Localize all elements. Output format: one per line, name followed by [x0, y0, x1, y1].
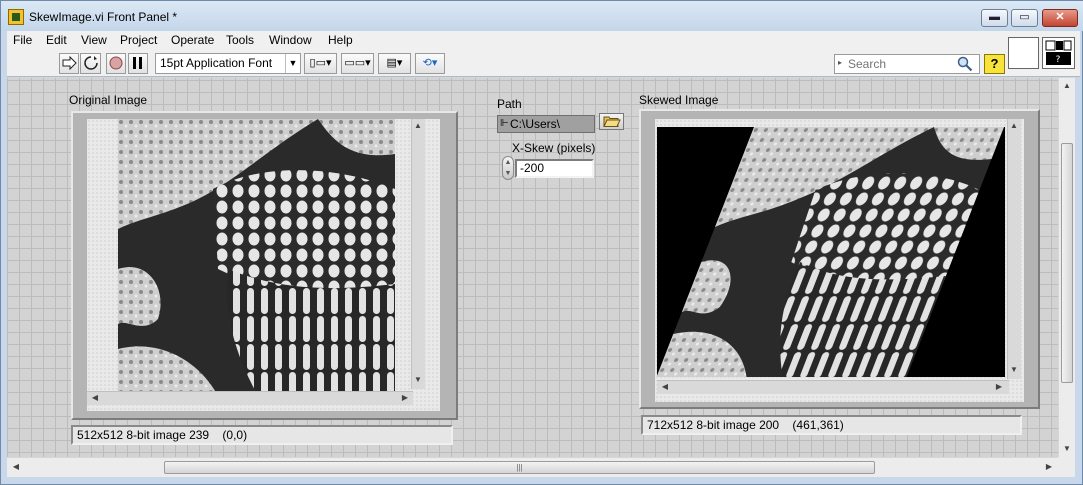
labview-window: SkewImage.vi Front Panel * ▬ ▭ ✕ File Ed…	[0, 0, 1083, 485]
maximize-button[interactable]: ▭	[1011, 9, 1038, 27]
labview-app-icon	[8, 9, 24, 25]
scroll-left-icon[interactable]: ◀	[10, 462, 22, 471]
abort-button[interactable]	[106, 53, 126, 74]
title-bar: SkewImage.vi Front Panel * ▬ ▭ ✕	[1, 1, 1083, 31]
run-arrow-icon	[62, 55, 77, 71]
original-image-label: Original Image	[69, 93, 148, 107]
close-button[interactable]: ✕	[1042, 9, 1078, 27]
reorder-icon: ⟲▾	[422, 57, 438, 69]
window-horizontal-scrollbar[interactable]: ◀ ||| ▶	[7, 457, 1058, 477]
window-vertical-scrollbar[interactable]: ▲ ▼	[1058, 78, 1075, 457]
align-objects-button[interactable]: ▯▭▾	[304, 53, 337, 74]
font-selector[interactable]: 15pt Application Font ▼	[155, 53, 301, 74]
search-icon[interactable]	[956, 56, 974, 72]
pause-button[interactable]	[128, 53, 148, 74]
scroll-right-icon[interactable]: ▶	[993, 382, 1005, 391]
path-icon: ⊩	[500, 118, 509, 129]
scroll-right-icon[interactable]: ▶	[1043, 462, 1055, 471]
abort-icon	[109, 56, 123, 70]
scroll-down-icon[interactable]: ▼	[1008, 365, 1020, 374]
menu-operate[interactable]: Operate	[171, 33, 214, 47]
menu-project[interactable]: Project	[120, 33, 157, 47]
skewed-image-info: 712x512 8-bit image 200 (461,361)	[641, 415, 1022, 435]
path-input[interactable]: ⊩ C:\Users\	[497, 115, 595, 133]
horizontal-scroll-thumb[interactable]: |||	[164, 461, 875, 474]
x-skew-label: X-Skew (pixels)	[512, 141, 596, 155]
menu-edit[interactable]: Edit	[46, 33, 67, 47]
minimize-button[interactable]: ▬	[981, 9, 1008, 27]
original-image-hscroll[interactable]: ◀ ▶	[87, 391, 413, 405]
search-input[interactable]	[848, 57, 953, 71]
original-image-vscroll[interactable]: ▲ ▼	[411, 119, 425, 389]
x-skew-increment-decrement[interactable]: ▲ ▼	[502, 156, 514, 180]
scroll-right-icon[interactable]: ▶	[399, 393, 411, 402]
skewed-image-display[interactable]: ▲ ▼ ◀ ▶	[639, 109, 1040, 409]
distribute-objects-icon: ▭▭▾	[344, 57, 371, 69]
window-title: SkewImage.vi Front Panel *	[29, 10, 178, 24]
path-label: Path	[497, 97, 522, 111]
path-value: C:\Users\	[510, 117, 561, 131]
menu-file[interactable]: File	[13, 33, 32, 47]
resize-objects-button[interactable]: ▤▾	[378, 53, 411, 74]
front-panel: Original Image ▲ ▼ ◀ ▶ 512x512 8-bit ima…	[7, 78, 1058, 457]
connector-pane-icon[interactable]: ?	[1042, 37, 1075, 69]
skewed-image-vscroll[interactable]: ▲ ▼	[1007, 119, 1021, 379]
vi-icon[interactable]	[1008, 37, 1039, 69]
menu-bar: File Edit View Project Operate Tools Win…	[7, 31, 1080, 51]
menu-window[interactable]: Window	[269, 33, 312, 47]
browse-button[interactable]	[599, 113, 624, 130]
pause-icon	[133, 57, 142, 69]
align-objects-icon: ▯▭▾	[309, 57, 332, 69]
chevron-down-icon: ▼	[285, 54, 300, 73]
folder-open-icon	[603, 116, 621, 127]
scroll-down-icon[interactable]: ▼	[1061, 444, 1073, 453]
skewed-image-label: Skewed Image	[639, 93, 719, 107]
menu-help[interactable]: Help	[328, 33, 353, 47]
scroll-up-icon[interactable]: ▲	[412, 121, 424, 130]
search-field[interactable]: ▸	[834, 54, 980, 74]
scroll-up-icon[interactable]: ▲	[1008, 121, 1020, 130]
context-help-button[interactable]: ?	[984, 54, 1005, 74]
scroll-up-icon[interactable]: ▲	[1061, 81, 1073, 90]
original-image-info: 512x512 8-bit image 239 (0,0)	[71, 425, 453, 445]
distribute-objects-button[interactable]: ▭▭▾	[341, 53, 374, 74]
font-selector-value: 15pt Application Font	[160, 56, 273, 70]
run-continuously-icon	[83, 56, 98, 70]
scroll-down-icon[interactable]: ▼	[412, 375, 424, 384]
reorder-button[interactable]: ⟲▾	[415, 53, 445, 74]
skewed-image-hscroll[interactable]: ◀ ▶	[657, 380, 1009, 394]
skewed-image	[657, 127, 1005, 377]
run-continuously-button[interactable]	[80, 53, 101, 74]
decrement-arrow-icon[interactable]: ▼	[503, 168, 513, 179]
menu-view[interactable]: View	[81, 33, 107, 47]
connector-pane-glyph: ?	[1045, 40, 1072, 65]
original-image	[118, 119, 395, 396]
resize-objects-icon: ▤▾	[386, 57, 403, 69]
x-skew-input[interactable]: -200	[515, 159, 594, 178]
increment-arrow-icon[interactable]: ▲	[503, 157, 513, 168]
svg-text:?: ?	[1056, 55, 1061, 65]
search-options-icon: ▸	[838, 58, 843, 67]
toolbar: 15pt Application Font ▼ ▯▭▾ ▭▭▾ ▤▾ ⟲▾ ▸ …	[7, 37, 1080, 77]
run-button[interactable]	[59, 53, 79, 74]
menu-tools[interactable]: Tools	[226, 33, 254, 47]
scroll-left-icon[interactable]: ◀	[89, 393, 101, 402]
scrollbar-corner	[1058, 457, 1075, 477]
scroll-left-icon[interactable]: ◀	[659, 382, 671, 391]
vertical-scroll-thumb[interactable]	[1061, 143, 1073, 383]
original-image-display[interactable]: ▲ ▼ ◀ ▶	[71, 111, 458, 420]
